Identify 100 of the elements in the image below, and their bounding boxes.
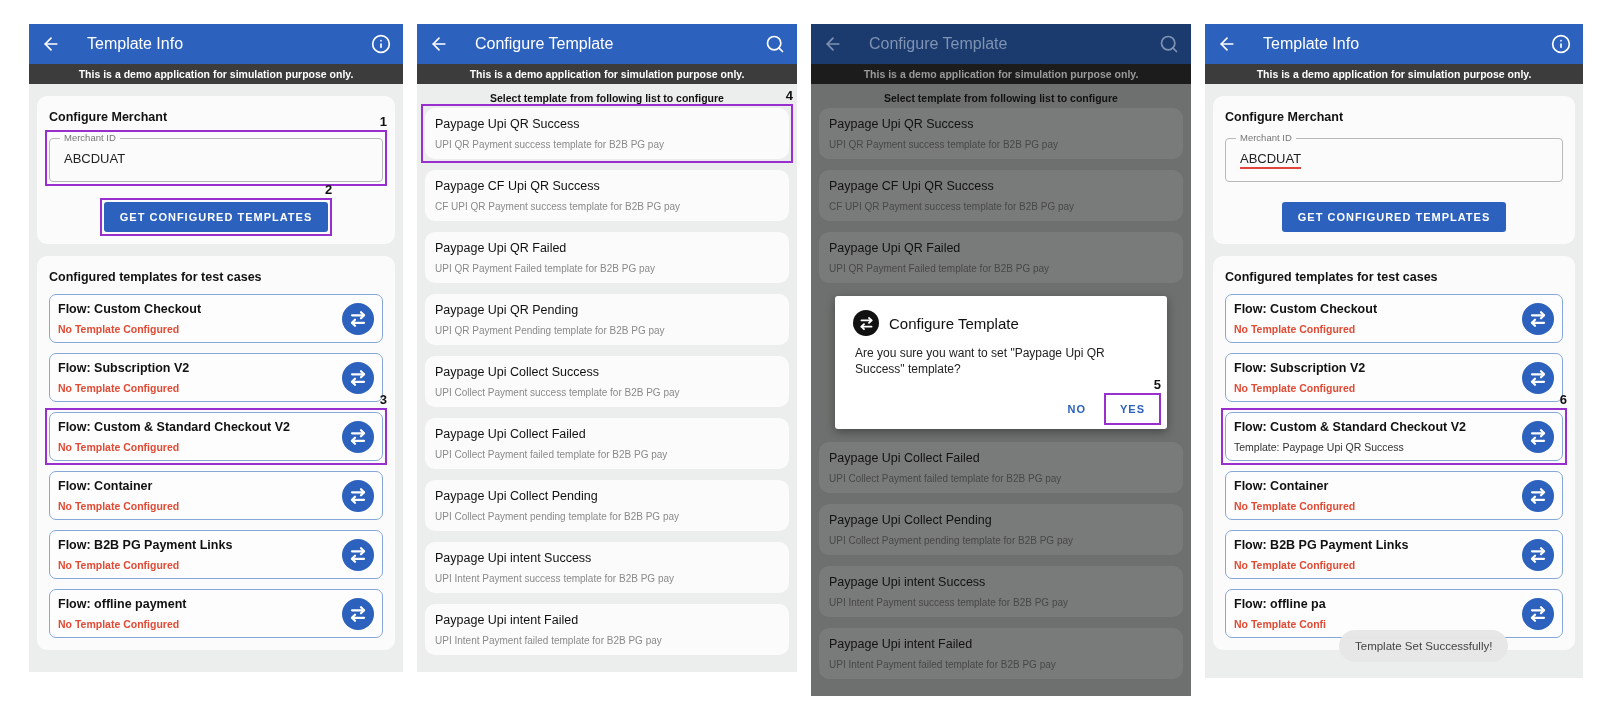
- flow-status: No Template Configured: [1234, 323, 1357, 335]
- step-number: 1: [379, 114, 387, 129]
- swap-button[interactable]: [342, 302, 374, 335]
- swap-button[interactable]: [1522, 302, 1554, 335]
- section-heading: Configured templates for test cases: [49, 270, 263, 284]
- field-label: Merchant ID: [1236, 132, 1296, 143]
- screen-title: Configure Template: [475, 35, 615, 53]
- template-description: CF UPI QR Payment success template for B2B PG pay: [435, 201, 682, 212]
- swap-button[interactable]: [1522, 538, 1554, 571]
- section-heading: Configure Merchant: [49, 110, 169, 124]
- flow-name: Flow: Custom Checkout: [1234, 302, 1379, 316]
- template-title: Paypage CF Upi QR Success: [435, 179, 601, 193]
- template-title: Paypage Upi intent Failed: [829, 637, 974, 652]
- info-icon[interactable]: [1551, 34, 1571, 54]
- swap-button[interactable]: [342, 597, 374, 630]
- dialog-title: Configure Template: [889, 314, 1019, 332]
- template-title: Paypage Upi Collect Failed: [829, 451, 981, 466]
- template-title: Paypage Upi QR Failed: [435, 241, 568, 255]
- swap-button[interactable]: [342, 361, 374, 394]
- swap-icon: [1529, 604, 1547, 623]
- template-title: Paypage Upi QR Failed: [829, 241, 962, 255]
- template-title: Paypage Upi intent Success: [829, 575, 987, 590]
- info-icon[interactable]: [371, 34, 391, 54]
- template-description: UPI Collect Payment success template for B2B PG pay: [435, 387, 681, 398]
- template-item[interactable]: Paypage Upi Collect Success UPI Collect Payment success template for B2B PG pay: [425, 356, 789, 407]
- swap-button[interactable]: [1522, 420, 1554, 453]
- swap-icon: [1529, 545, 1547, 564]
- dialog-button[interactable]: NO: [1055, 397, 1098, 422]
- search-icon[interactable]: [765, 34, 785, 54]
- template-title: Paypage Upi QR Success: [435, 117, 581, 131]
- flow-name: Flow: B2B PG Payment Links: [58, 538, 234, 552]
- flow-card[interactable]: Flow: Custom & Standard Checkout V2 No Template Configured: [49, 412, 383, 461]
- template-item[interactable]: Paypage CF Upi QR Success CF UPI QR Payment success template for B2B PG pay: [425, 170, 789, 221]
- template-title: Paypage CF Upi QR Success: [829, 179, 995, 193]
- flow-status: No Template Configured: [1234, 559, 1357, 571]
- flow-status: No Template Configured: [58, 323, 181, 335]
- demo-banner: This is a demo application for simulation purpose only.: [29, 64, 403, 84]
- swap-button[interactable]: [1522, 597, 1554, 630]
- flow-card[interactable]: Flow: offline payment No Template Configured: [49, 589, 383, 638]
- swap-button[interactable]: [342, 538, 374, 571]
- flow-card[interactable]: Flow: B2B PG Payment Links No Template Configured: [1225, 530, 1563, 579]
- flow-card[interactable]: Flow: Container No Template Configured: [49, 471, 383, 520]
- flow-name: Flow: offline payment: [58, 597, 188, 611]
- section-heading: Configure Merchant: [1225, 110, 1345, 124]
- swap-icon: [349, 368, 367, 387]
- flow-name: Flow: Custom & Standard Checkout V2: [1234, 420, 1467, 434]
- screen-title: Configure Template: [869, 35, 1009, 53]
- flow-card[interactable]: Flow: offline pa No Template Confi: [1225, 589, 1563, 638]
- flow-status: No Template Configured: [58, 500, 181, 512]
- flow-name: Flow: Container: [58, 479, 154, 493]
- template-title: Paypage Upi QR Pending: [435, 303, 580, 317]
- search-icon[interactable]: [1159, 34, 1179, 54]
- template-title: Paypage Upi Collect Failed: [435, 427, 587, 441]
- screen-title: Template Info: [87, 35, 185, 53]
- dialog-button[interactable]: YES: [1108, 397, 1157, 422]
- template-item[interactable]: Paypage Upi QR Success UPI QR Payment success template for B2B PG pay: [425, 108, 789, 159]
- section-heading: Configured templates for test cases: [1225, 270, 1439, 284]
- flow-name: Flow: Container: [1234, 479, 1330, 493]
- template-title: Paypage Upi Collect Pending: [435, 489, 599, 503]
- template-description: UPI Collect Payment failed template for B2B PG pay: [435, 449, 669, 460]
- template-item[interactable]: Paypage Upi QR Pending UPI QR Payment Pending template for B2B PG pay: [425, 294, 789, 345]
- swap-button[interactable]: [342, 479, 374, 512]
- field-value: ABCDUAT: [64, 151, 126, 168]
- swap-icon: [349, 309, 367, 328]
- get-templates-button[interactable]: GET CONFIGURED TEMPLATES: [103, 202, 329, 232]
- flow-card[interactable]: Flow: Custom & Standard Checkout V2 Template: Paypage Upi QR Success: [1225, 412, 1563, 461]
- flow-status: No Template Configured: [58, 441, 181, 453]
- flow-status: No Template Configured: [58, 382, 181, 394]
- template-item[interactable]: Paypage Upi Collect Failed UPI Collect Payment failed template for B2B PG pay: [425, 418, 789, 469]
- flow-name: Flow: Subscription V2: [58, 361, 191, 375]
- template-item[interactable]: Paypage Upi QR Failed UPI QR Payment Failed template for B2B PG pay: [425, 232, 789, 283]
- flow-card[interactable]: Flow: Custom Checkout No Template Configured: [1225, 294, 1563, 343]
- template-item[interactable]: Paypage Upi intent Success UPI Intent Payment success template for B2B PG pay: [425, 542, 789, 593]
- template-title: Paypage Upi intent Failed: [435, 613, 580, 627]
- template-description: UPI Collect Payment pending template for B2B PG pay: [435, 511, 680, 522]
- swap-button[interactable]: [1522, 479, 1554, 512]
- template-item[interactable]: Paypage Upi intent Failed UPI Intent Payment failed template for B2B PG pay: [425, 604, 789, 655]
- get-templates-button[interactable]: GET CONFIGURED TEMPLATES: [1281, 202, 1507, 232]
- dialog-message: Are you sure you want to set "Paypage Upi QR Success" template?: [855, 346, 1106, 378]
- flow-status: No Template Configured: [58, 618, 181, 630]
- flow-status: Template: Paypage Upi QR Success: [1234, 441, 1405, 453]
- toast-message: Template Set Successfully!: [1339, 630, 1509, 662]
- template-description: UPI QR Payment success template for B2B PG pay: [435, 139, 665, 150]
- swap-button[interactable]: [1522, 361, 1554, 394]
- flow-card[interactable]: Flow: B2B PG Payment Links No Template Configured: [49, 530, 383, 579]
- step-number: 5: [1153, 377, 1161, 393]
- flow-name: Flow: Subscription V2: [1234, 361, 1367, 375]
- flow-card[interactable]: Flow: Container No Template Configured: [1225, 471, 1563, 520]
- swap-icon: [349, 427, 367, 446]
- flow-status: No Template Configured: [1234, 382, 1357, 394]
- field-label: Merchant ID: [60, 132, 120, 143]
- template-item[interactable]: Paypage Upi Collect Pending UPI Collect Payment pending template for B2B PG pay: [425, 480, 789, 531]
- instruction-text: Select template from following list to configure: [490, 92, 724, 104]
- flow-card[interactable]: Flow: Custom Checkout No Template Configured: [49, 294, 383, 343]
- flow-status: No Template Confi: [1234, 618, 1327, 630]
- instruction-text: Select template from following list to configure: [884, 92, 1118, 104]
- flow-status: No Template Configured: [58, 559, 181, 571]
- swap-button[interactable]: [342, 420, 374, 453]
- swap-icon: [349, 486, 367, 505]
- template-description: UPI Intent Payment failed template for B2B PG pay: [435, 635, 663, 646]
